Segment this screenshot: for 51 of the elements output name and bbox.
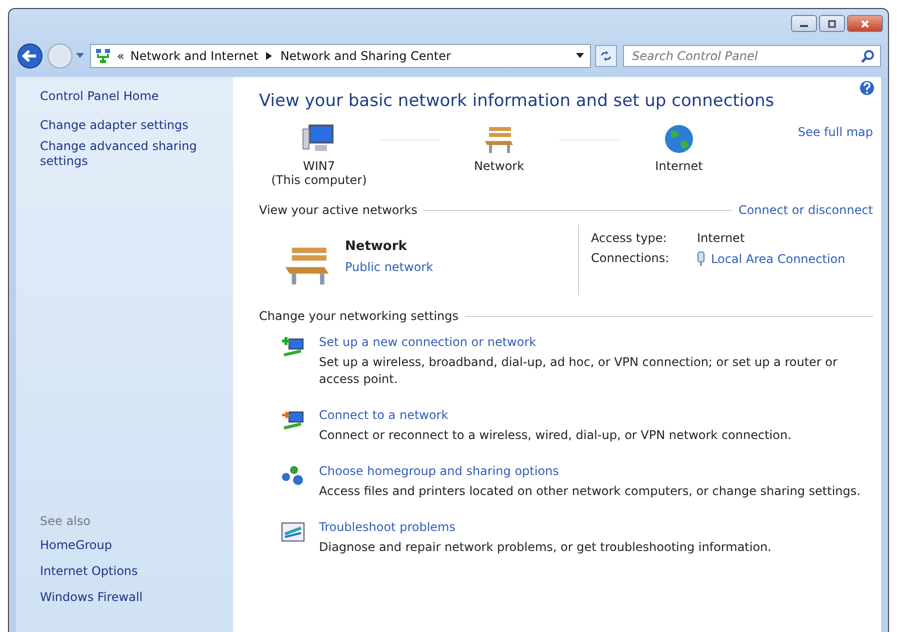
network-category-link[interactable]: Public network (345, 260, 434, 274)
see-full-map-link[interactable]: See full map (798, 125, 873, 139)
history-dropdown-icon[interactable] (76, 53, 84, 59)
maximize-button[interactable] (819, 15, 845, 32)
homegroup-icon (281, 464, 305, 488)
map-node-label: Network (474, 159, 524, 173)
breadcrumb[interactable]: Network and Internet (130, 49, 258, 63)
refresh-button[interactable] (595, 45, 617, 67)
help-icon[interactable] (859, 80, 875, 96)
access-type-value: Internet (697, 231, 746, 245)
address-bar[interactable]: « Network and Internet Network and Sharing Center (90, 44, 591, 68)
connect-or-disconnect-link[interactable]: Connect or disconnect (738, 203, 873, 217)
network-name: Network (345, 239, 408, 254)
task-link[interactable]: Troubleshoot problems (319, 520, 772, 534)
minimize-button[interactable] (791, 15, 817, 32)
overflow-chevron[interactable]: « (117, 49, 124, 63)
close-icon (860, 20, 870, 28)
task-link[interactable]: Set up a new connection or network (319, 335, 873, 349)
dropdown-arrow-icon[interactable] (576, 53, 584, 59)
task-description: Access files and printers located on other network computers, or change sharing settings. (319, 483, 860, 500)
sidebar-link[interactable]: Change adapter settings (40, 118, 225, 133)
task-link[interactable]: Connect to a network (319, 408, 792, 422)
task-link[interactable]: Choose homegroup and sharing options (319, 464, 860, 478)
task-description: Connect or reconnect to a wireless, wired, dial-up, or VPN network connection. (319, 427, 792, 444)
task-description: Diagnose and repair network problems, or get troubleshooting information. (319, 539, 772, 556)
access-type-label: Access type: (591, 231, 668, 245)
plug-icon (697, 251, 705, 267)
task-description: Set up a wireless, broadband, dial-up, ad hoc, or VPN connection; or set up a router or access point. (319, 354, 838, 388)
connection-link[interactable]: Local Area Connection (711, 252, 846, 266)
section-heading: Change your networking settings (259, 309, 459, 323)
see-also-heading: See also (40, 514, 92, 528)
troubleshoot-icon (281, 520, 305, 544)
page-title: View your basic network information and set up connections (259, 91, 774, 111)
control-panel-home-link[interactable]: Control Panel Home (40, 89, 225, 104)
maximize-icon (827, 20, 837, 28)
section-heading: View your active networks (259, 203, 418, 217)
back-button[interactable] (16, 42, 44, 70)
close-button[interactable] (847, 15, 883, 32)
network-icon (95, 48, 111, 64)
search-icon (861, 49, 875, 63)
search-field[interactable]: Search Control Panel (623, 45, 881, 67)
see-also-link[interactable]: Internet Options (40, 564, 225, 579)
connections-label: Connections: (591, 251, 670, 267)
sidebar-link[interactable]: Change advanced sharing settings (40, 139, 225, 169)
network-plus-icon (281, 335, 305, 359)
map-node-label: Internet (655, 159, 703, 173)
see-also-link[interactable]: Windows Firewall (40, 590, 225, 605)
see-also-link[interactable]: HomeGroup (40, 538, 225, 553)
breadcrumb[interactable]: Network and Sharing Center (280, 49, 451, 63)
breadcrumb-arrow-icon[interactable] (266, 52, 272, 60)
map-node-label: WIN7 (This computer) (271, 159, 367, 187)
